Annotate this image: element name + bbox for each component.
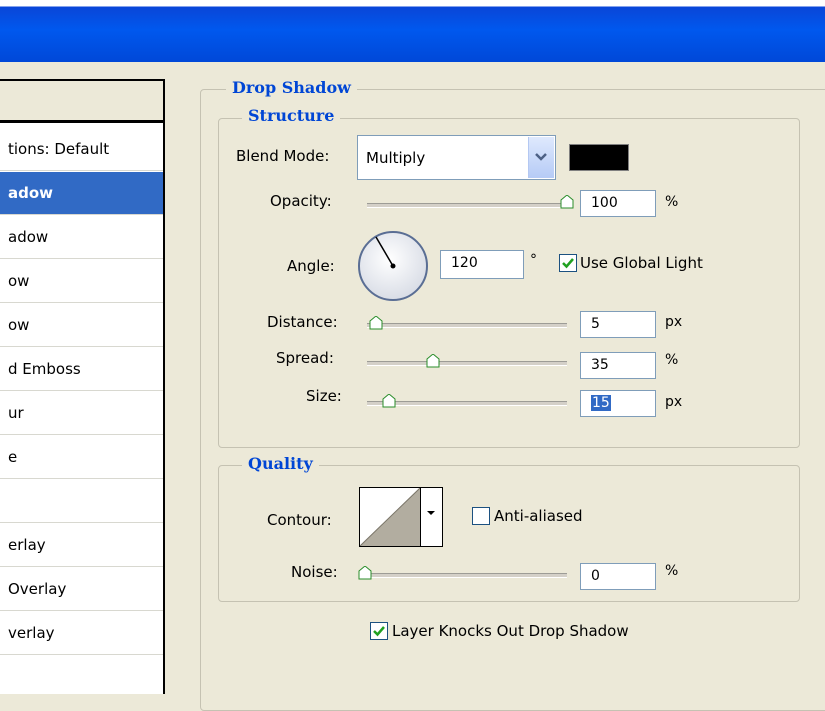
styles-list-header (0, 79, 163, 123)
size-unit: px (665, 394, 683, 410)
use-global-light-label[interactable]: Use Global Light (580, 254, 703, 272)
noise-input[interactable]: 0 (580, 563, 656, 590)
distance-label: Distance: (267, 313, 338, 331)
noise-label: Noise: (291, 563, 338, 581)
styles-list-item[interactable]: e (0, 436, 163, 479)
styles-list-item[interactable]: ur (0, 392, 163, 435)
blend-mode-select[interactable]: Multiply (357, 135, 556, 180)
styles-list-item[interactable]: adow (0, 172, 163, 215)
opacity-slider-thumb[interactable] (560, 195, 574, 209)
blend-mode-value: Multiply (366, 149, 426, 167)
size-value-selected: 15 (591, 395, 611, 411)
contour-picker[interactable] (359, 487, 443, 547)
noise-slider-thumb[interactable] (358, 566, 372, 580)
distance-slider-track[interactable] (367, 323, 567, 328)
styles-list-item[interactable]: d Emboss (0, 348, 163, 391)
blend-mode-label: Blend Mode: (236, 147, 330, 165)
caret-down-icon (427, 511, 435, 515)
styles-list-item[interactable] (0, 480, 163, 523)
noise-slider-track[interactable] (367, 573, 567, 578)
styles-list-item[interactable]: verlay (0, 612, 163, 655)
size-label: Size: (306, 387, 342, 405)
styles-list-item[interactable]: adow (0, 216, 163, 259)
checkmark-icon (373, 626, 385, 637)
anti-aliased-checkbox[interactable] (472, 507, 490, 525)
angle-input[interactable]: 120 (440, 250, 524, 279)
opacity-slider-track[interactable] (367, 203, 567, 208)
opacity-label: Opacity: (270, 192, 332, 210)
shadow-color-swatch[interactable] (569, 144, 629, 171)
spread-unit: % (665, 352, 679, 368)
angle-label: Angle: (287, 257, 335, 275)
structure-title: Structure (242, 106, 341, 125)
spread-input[interactable]: 35 (580, 352, 656, 379)
contour-preview-icon (360, 488, 420, 546)
contour-label: Contour: (267, 511, 332, 529)
spread-slider-track[interactable] (367, 361, 567, 366)
use-global-light-checkbox[interactable] (559, 254, 577, 272)
styles-list-item[interactable]: ow (0, 260, 163, 303)
distance-input[interactable]: 5 (580, 311, 656, 338)
quality-group (218, 465, 800, 602)
layer-knocks-out-checkbox[interactable] (370, 622, 388, 640)
size-input[interactable]: 15 (580, 390, 656, 417)
distance-unit: px (665, 314, 683, 330)
spread-slider-thumb[interactable] (426, 354, 440, 368)
anti-aliased-label[interactable]: Anti-aliased (494, 507, 583, 525)
distance-slider-thumb[interactable] (369, 316, 383, 330)
styles-list-item[interactable]: tions: Default (0, 128, 163, 171)
size-slider-track[interactable] (367, 401, 567, 406)
window-title-bar[interactable] (0, 0, 825, 62)
drop-shadow-title: Drop Shadow (226, 78, 357, 97)
styles-list-item[interactable]: Overlay (0, 568, 163, 611)
angle-unit: ° (530, 252, 537, 268)
contour-dropdown-arrow[interactable] (420, 488, 442, 546)
styles-list-item[interactable]: ow (0, 304, 163, 347)
checkmark-icon (562, 258, 574, 269)
noise-unit: % (665, 563, 679, 579)
opacity-unit: % (665, 194, 679, 210)
layer-knocks-out-label[interactable]: Layer Knocks Out Drop Shadow (392, 622, 629, 640)
spread-label: Spread: (276, 349, 334, 367)
size-slider-thumb[interactable] (382, 394, 396, 408)
quality-title: Quality (242, 454, 319, 473)
chevron-down-icon[interactable] (528, 137, 554, 178)
angle-dial[interactable] (356, 229, 430, 303)
opacity-input[interactable]: 100 (580, 190, 656, 217)
styles-list-item[interactable]: erlay (0, 524, 163, 567)
